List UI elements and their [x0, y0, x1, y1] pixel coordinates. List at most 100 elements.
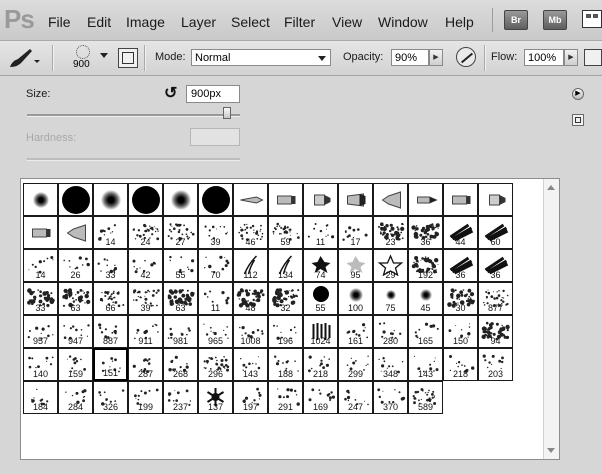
brush-preset-cell[interactable]: 94	[478, 315, 513, 348]
brush-preset-cell[interactable]: 161	[338, 315, 373, 348]
brush-preset-cell[interactable]: 55	[163, 249, 198, 282]
brush-preset-cell[interactable]: 965	[198, 315, 233, 348]
brush-preset-cell[interactable]: 284	[58, 381, 93, 414]
menu-image[interactable]: Image	[126, 14, 165, 30]
brush-preset-cell[interactable]: 143	[233, 348, 268, 381]
opacity-input[interactable]: 90%	[391, 49, 429, 66]
brush-preset-cell[interactable]	[128, 183, 163, 216]
brush-preset-cell[interactable]: 197	[233, 381, 268, 414]
brush-preset-cell[interactable]: 165	[408, 315, 443, 348]
brush-preset-cell[interactable]: 184	[23, 381, 58, 414]
menu-filter[interactable]: Filter	[284, 14, 315, 30]
brush-preset-cell[interactable]: 29	[373, 249, 408, 282]
brush-preset-cell[interactable]: 957	[23, 315, 58, 348]
scroll-down-icon[interactable]	[547, 448, 555, 453]
brush-preset-cell[interactable]	[338, 183, 373, 216]
brush-preset-cell[interactable]: 33	[93, 249, 128, 282]
menu-window[interactable]: Window	[378, 14, 428, 30]
brush-preset-cell[interactable]: 75	[373, 282, 408, 315]
brush-tool-preset-picker[interactable]	[4, 45, 40, 71]
brush-preset-cell[interactable]	[303, 183, 338, 216]
brush-preset-cell[interactable]: 291	[268, 381, 303, 414]
brush-preset-cell[interactable]	[58, 183, 93, 216]
brush-preset-cell[interactable]: 14	[23, 249, 58, 282]
brush-preset-cell[interactable]: 947	[58, 315, 93, 348]
brush-preset-cell[interactable]	[478, 183, 513, 216]
brush-preset-cell[interactable]	[23, 216, 58, 249]
reset-size-icon[interactable]: ↺	[164, 86, 180, 102]
brush-preset-cell[interactable]: 280	[373, 315, 408, 348]
brush-preset-cell[interactable]: 42	[128, 249, 163, 282]
brush-preset-picker[interactable]: 900	[62, 43, 112, 73]
size-slider-handle[interactable]	[223, 107, 232, 119]
brush-preset-cell[interactable]: 218	[303, 348, 338, 381]
brush-preset-cell[interactable]: 112	[233, 249, 268, 282]
scroll-up-icon[interactable]	[547, 185, 555, 190]
flow-slider-button[interactable]: ▶	[564, 49, 578, 66]
size-input[interactable]: 900px	[186, 85, 240, 103]
brush-preset-cell[interactable]: 247	[338, 381, 373, 414]
brush-preset-cell[interactable]: 39	[198, 216, 233, 249]
brush-preset-cell[interactable]: 55	[303, 282, 338, 315]
brush-preset-cell[interactable]: 11	[198, 282, 233, 315]
menu-file[interactable]: File	[48, 14, 71, 30]
opacity-slider-button[interactable]: ▶	[429, 49, 443, 66]
brush-preset-cell[interactable]: 32	[268, 282, 303, 315]
brush-preset-cell[interactable]: 370	[373, 381, 408, 414]
brush-preset-cell[interactable]: 134	[268, 249, 303, 282]
brush-preset-cell[interactable]	[443, 183, 478, 216]
menu-edit[interactable]: Edit	[87, 14, 111, 30]
menu-layer[interactable]: Layer	[181, 14, 216, 30]
brush-preset-cell[interactable]	[408, 183, 443, 216]
brush-preset-cell[interactable]	[58, 216, 93, 249]
brush-preset-cell[interactable]: 326	[93, 381, 128, 414]
brush-preset-cell[interactable]	[163, 183, 198, 216]
brush-preset-cell[interactable]: 192	[408, 249, 443, 282]
brush-preset-cell[interactable]: 199	[128, 381, 163, 414]
brush-preset-cell[interactable]: 70	[198, 249, 233, 282]
brush-preset-cell[interactable]: 877	[478, 282, 513, 315]
brush-preset-cell[interactable]: 981	[163, 315, 198, 348]
arrange-documents-icon[interactable]	[582, 10, 602, 28]
brush-preset-cell[interactable]: 188	[268, 348, 303, 381]
brush-preset-cell[interactable]: 137	[198, 381, 233, 414]
mode-select[interactable]: Normal	[191, 49, 331, 66]
brush-preset-cell[interactable]: 48	[233, 282, 268, 315]
brush-preset-cell[interactable]: 11	[303, 216, 338, 249]
brush-preset-cell[interactable]: 911	[128, 315, 163, 348]
brush-preset-cell[interactable]: 218	[443, 348, 478, 381]
brush-preset-cell[interactable]: 33	[23, 282, 58, 315]
brush-preset-cell[interactable]: 27	[163, 216, 198, 249]
scrollbar[interactable]	[543, 179, 559, 459]
brush-preset-cell[interactable]: 24	[128, 216, 163, 249]
brush-preset-cell[interactable]: 150	[443, 315, 478, 348]
brush-preset-cell[interactable]: 23	[373, 216, 408, 249]
brush-preset-cell[interactable]	[198, 183, 233, 216]
brush-preset-cell[interactable]: 151	[93, 348, 128, 381]
brush-preset-cell[interactable]: 159	[58, 348, 93, 381]
brush-preset-cell[interactable]: 60	[478, 216, 513, 249]
brush-preset-cell[interactable]	[23, 183, 58, 216]
brush-preset-cell[interactable]	[233, 183, 268, 216]
brush-preset-cell[interactable]	[93, 183, 128, 216]
brush-preset-cell[interactable]: 26	[58, 249, 93, 282]
brush-preset-cell[interactable]: 44	[443, 216, 478, 249]
brush-preset-cell[interactable]: 143	[408, 348, 443, 381]
brush-preset-cell[interactable]: 196	[268, 315, 303, 348]
new-preset-button[interactable]	[572, 114, 584, 126]
brush-preset-cell[interactable]: 100	[338, 282, 373, 315]
brush-preset-cell[interactable]: 39	[128, 282, 163, 315]
brush-preset-cell[interactable]: 30	[443, 282, 478, 315]
brush-preset-cell[interactable]: 36	[408, 216, 443, 249]
mini-bridge-button[interactable]: Mb	[543, 10, 567, 30]
brush-preset-cell[interactable]: 63	[58, 282, 93, 315]
menu-view[interactable]: View	[332, 14, 362, 30]
brush-preset-cell[interactable]	[373, 183, 408, 216]
size-slider-track[interactable]	[27, 114, 240, 117]
tablet-pressure-opacity-button[interactable]	[456, 47, 476, 67]
brush-preset-cell[interactable]: 299	[338, 348, 373, 381]
brush-preset-cell[interactable]: 169	[303, 381, 338, 414]
brush-preset-cell[interactable]: 17	[338, 216, 373, 249]
brush-preset-cell[interactable]: 287	[128, 348, 163, 381]
menu-select[interactable]: Select	[231, 14, 270, 30]
